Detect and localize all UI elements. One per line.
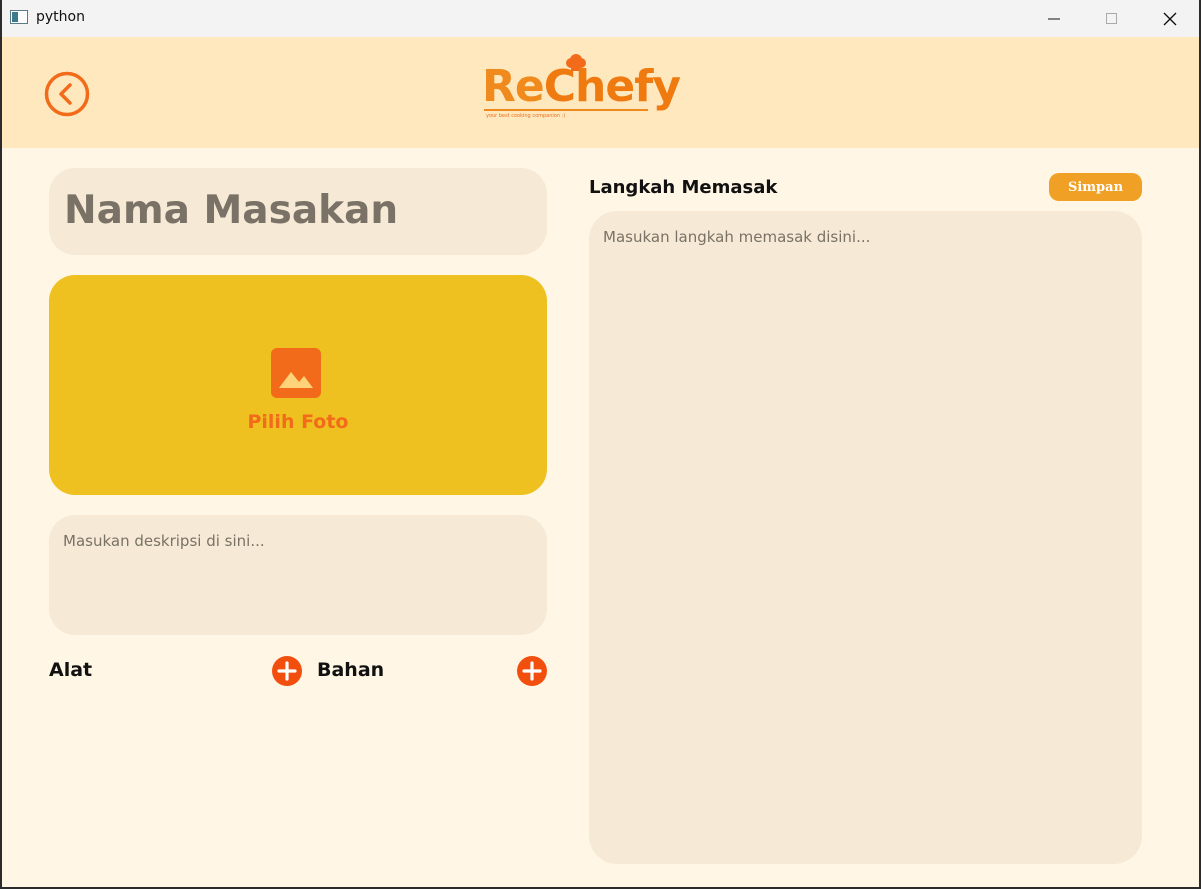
window-title: python	[36, 9, 85, 25]
title-bar: python	[2, 0, 1199, 37]
back-button[interactable]	[44, 71, 90, 117]
choose-photo-button[interactable]: Pilih Foto	[49, 275, 547, 495]
tools-label: Alat	[49, 659, 93, 681]
steps-input[interactable]: Masukan langkah memasak disini...	[589, 211, 1142, 864]
app-icon	[10, 10, 28, 24]
add-tool-button[interactable]	[272, 656, 302, 686]
save-button[interactable]: Simpan	[1049, 173, 1142, 201]
recipe-name-input[interactable]: Nama Masakan	[49, 168, 547, 255]
maximize-icon	[1106, 12, 1117, 24]
close-icon	[1163, 12, 1177, 25]
steps-title: Langkah Memasak	[589, 177, 778, 198]
description-placeholder: Masukan deskripsi di sini...	[63, 532, 265, 550]
logo-tagline: your best cooking companion :)	[486, 113, 566, 119]
add-ingredient-button[interactable]	[517, 656, 547, 686]
minimize-icon	[1048, 18, 1060, 19]
app-window: python ReChefy your best cooking compani…	[2, 0, 1199, 887]
steps-placeholder: Masukan langkah memasak disini...	[603, 228, 871, 246]
maximize-button[interactable]	[1083, 0, 1141, 37]
description-input[interactable]: Masukan deskripsi di sini...	[49, 515, 547, 635]
ingredients-label: Bahan	[317, 659, 385, 681]
minimize-button[interactable]	[1025, 0, 1083, 37]
image-icon	[271, 348, 321, 398]
choose-photo-label: Pilih Foto	[247, 411, 349, 433]
recipe-name-placeholder: Nama Masakan	[64, 188, 399, 233]
app-header: ReChefy your best cooking companion :)	[2, 37, 1199, 148]
logo-underline	[484, 109, 648, 111]
close-button[interactable]	[1141, 0, 1199, 37]
logo-wordmark: ReChefy	[482, 61, 681, 112]
rechefy-logo: ReChefy your best cooking companion :)	[482, 53, 682, 125]
